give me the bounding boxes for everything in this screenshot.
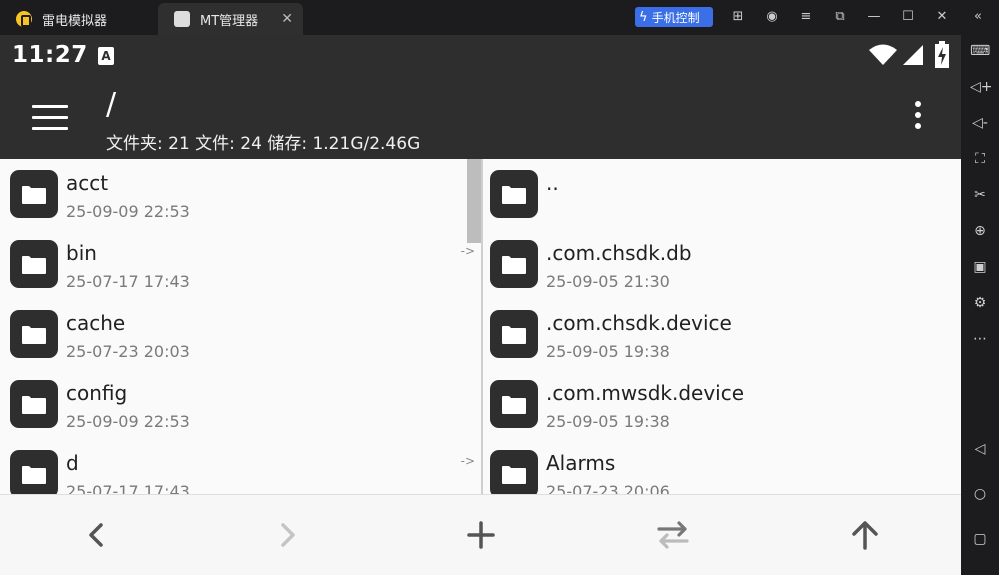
status-clock: 11:27 bbox=[12, 42, 88, 68]
item-name: .. bbox=[546, 171, 559, 195]
item-date: 25-09-05 19:38 bbox=[546, 412, 670, 431]
tab-mt-manager[interactable]: MT管理器 ✕ bbox=[158, 3, 303, 35]
folder-icon bbox=[10, 240, 58, 288]
list-item[interactable]: bin 25-07-17 17:43 -> bbox=[0, 229, 481, 299]
back-arrow-icon[interactable] bbox=[76, 515, 116, 555]
collapse-sidebar-icon[interactable]: « bbox=[968, 7, 988, 27]
more-options-icon[interactable]: ⋯ bbox=[970, 329, 990, 349]
list-item[interactable]: .com.chsdk.db 25-09-05 21:30 bbox=[483, 229, 961, 299]
list-item[interactable]: .com.mwsdk.device 25-09-05 19:38 bbox=[483, 369, 961, 439]
folder-icon bbox=[490, 240, 538, 288]
add-icon[interactable] bbox=[461, 515, 501, 555]
folder-icon bbox=[490, 170, 538, 218]
list-item[interactable]: cache 25-07-23 20:03 bbox=[0, 299, 481, 369]
item-name: .com.mwsdk.device bbox=[546, 381, 745, 405]
tab-emulator[interactable]: 雷电模拟器 bbox=[0, 3, 158, 35]
item-name: config bbox=[66, 381, 128, 405]
maximize-icon[interactable]: ☐ bbox=[898, 7, 918, 27]
volume-down-icon[interactable]: ◁- bbox=[970, 113, 990, 133]
right-file-panel[interactable]: .. .com.chsdk.db 25-09-05 21:30 .com.chs… bbox=[483, 159, 961, 494]
list-item[interactable]: .com.chsdk.device 25-09-05 19:38 bbox=[483, 299, 961, 369]
left-panel-scrollbar[interactable] bbox=[467, 159, 481, 243]
tab-label: 雷电模拟器 bbox=[42, 13, 108, 29]
signal-icon bbox=[903, 45, 923, 65]
volume-up-icon[interactable]: ◁+ bbox=[970, 77, 993, 97]
up-arrow-icon[interactable] bbox=[845, 515, 885, 555]
folder-icon bbox=[10, 170, 58, 218]
phone-control-button[interactable]: ϟ 手机控制 bbox=[635, 7, 713, 27]
item-date: 25-09-09 22:53 bbox=[66, 202, 190, 221]
overflow-menu-icon[interactable] bbox=[914, 101, 922, 135]
bottom-toolbar bbox=[0, 494, 961, 575]
apk-install-icon[interactable]: ▣ bbox=[970, 257, 990, 277]
close-window-icon[interactable]: ✕ bbox=[932, 7, 952, 27]
android-back-icon[interactable]: ◁ bbox=[970, 439, 990, 459]
mt-manager-app-icon bbox=[174, 11, 190, 27]
gift-icon[interactable]: ⊞ bbox=[728, 7, 748, 27]
tab-close-icon[interactable]: ✕ bbox=[281, 11, 293, 27]
keyboard-icon[interactable]: ⌨ bbox=[970, 41, 990, 61]
android-screen: 11:27 A / 文件夹: 21 文件: 24 储存: 1.21G/2.46G… bbox=[0, 35, 961, 575]
input-method-icon: A bbox=[98, 47, 114, 65]
bolt-icon: ϟ bbox=[639, 9, 648, 25]
add-window-icon[interactable]: ⊕ bbox=[970, 221, 990, 241]
screenshot-icon[interactable]: ⛶ bbox=[970, 149, 990, 169]
left-file-panel[interactable]: acct 25-09-09 22:53 bin 25-07-17 17:43 -… bbox=[0, 159, 481, 494]
item-date: 25-07-17 17:43 bbox=[66, 272, 190, 291]
emulator-sidebar: ⌨ ◁+ ◁- ⛶ ✂ ⊕ ▣ ⚙ ⋯ ◁ ○ ▢ bbox=[961, 35, 999, 575]
list-item[interactable]: Alarms 25-07-23 20:06 bbox=[483, 439, 961, 494]
status-bar: 11:27 A bbox=[0, 35, 961, 77]
settings-gear-icon[interactable]: ⚙ bbox=[970, 293, 990, 313]
android-recents-icon[interactable]: ▢ bbox=[970, 529, 990, 549]
ldplayer-logo-icon bbox=[16, 11, 32, 27]
battery-charging-icon bbox=[935, 41, 949, 68]
android-home-icon[interactable]: ○ bbox=[970, 484, 990, 504]
symlink-indicator: -> bbox=[460, 454, 475, 468]
item-name: d bbox=[66, 451, 79, 475]
menu-lines-icon[interactable]: ≡ bbox=[796, 7, 816, 27]
list-item[interactable]: acct 25-09-09 22:53 bbox=[0, 159, 481, 229]
folder-icon bbox=[10, 310, 58, 358]
tab-label: MT管理器 bbox=[200, 13, 259, 29]
scissors-icon[interactable]: ✂ bbox=[970, 185, 990, 205]
folder-icon bbox=[490, 310, 538, 358]
list-item[interactable]: config 25-09-09 22:53 bbox=[0, 369, 481, 439]
item-date: 25-07-23 20:06 bbox=[546, 482, 670, 494]
item-name: cache bbox=[66, 311, 126, 335]
wifi-icon bbox=[869, 44, 897, 65]
swap-icon[interactable] bbox=[653, 515, 693, 555]
list-item[interactable]: .. bbox=[483, 159, 961, 229]
minimize-icon[interactable]: — bbox=[864, 7, 884, 27]
app-bar: / 文件夹: 21 文件: 24 储存: 1.21G/2.46G bbox=[0, 77, 961, 159]
popout-icon[interactable]: ⧉ bbox=[830, 7, 850, 27]
item-name: .com.chsdk.db bbox=[546, 241, 692, 265]
item-date: 25-07-23 20:03 bbox=[66, 342, 190, 361]
symlink-indicator: -> bbox=[460, 244, 475, 258]
forward-arrow-icon[interactable] bbox=[268, 515, 308, 555]
folder-icon bbox=[10, 380, 58, 428]
emulator-titlebar: 雷电模拟器 MT管理器 ✕ ϟ 手机控制 ⊞ ◉ ≡ ⧉ — ☐ ✕ « bbox=[0, 0, 999, 35]
item-date: 25-07-17 17:43 bbox=[66, 482, 190, 494]
item-name: .com.chsdk.device bbox=[546, 311, 732, 335]
hamburger-menu-icon[interactable] bbox=[32, 105, 68, 131]
item-name: bin bbox=[66, 241, 97, 265]
phone-control-label: 手机控制 bbox=[651, 10, 700, 25]
list-item[interactable]: d 25-07-17 17:43 -> bbox=[0, 439, 481, 494]
item-name: acct bbox=[66, 171, 109, 195]
storage-stats: 文件夹: 21 文件: 24 储存: 1.21G/2.46G bbox=[106, 134, 421, 154]
current-path: / bbox=[106, 87, 117, 122]
item-date: 25-09-05 21:30 bbox=[546, 272, 670, 291]
folder-icon bbox=[10, 450, 58, 494]
user-icon[interactable]: ◉ bbox=[762, 7, 782, 27]
item-date: 25-09-09 22:53 bbox=[66, 412, 190, 431]
item-name: Alarms bbox=[546, 451, 616, 475]
folder-icon bbox=[490, 450, 538, 494]
folder-icon bbox=[490, 380, 538, 428]
item-date: 25-09-05 19:38 bbox=[546, 342, 670, 361]
